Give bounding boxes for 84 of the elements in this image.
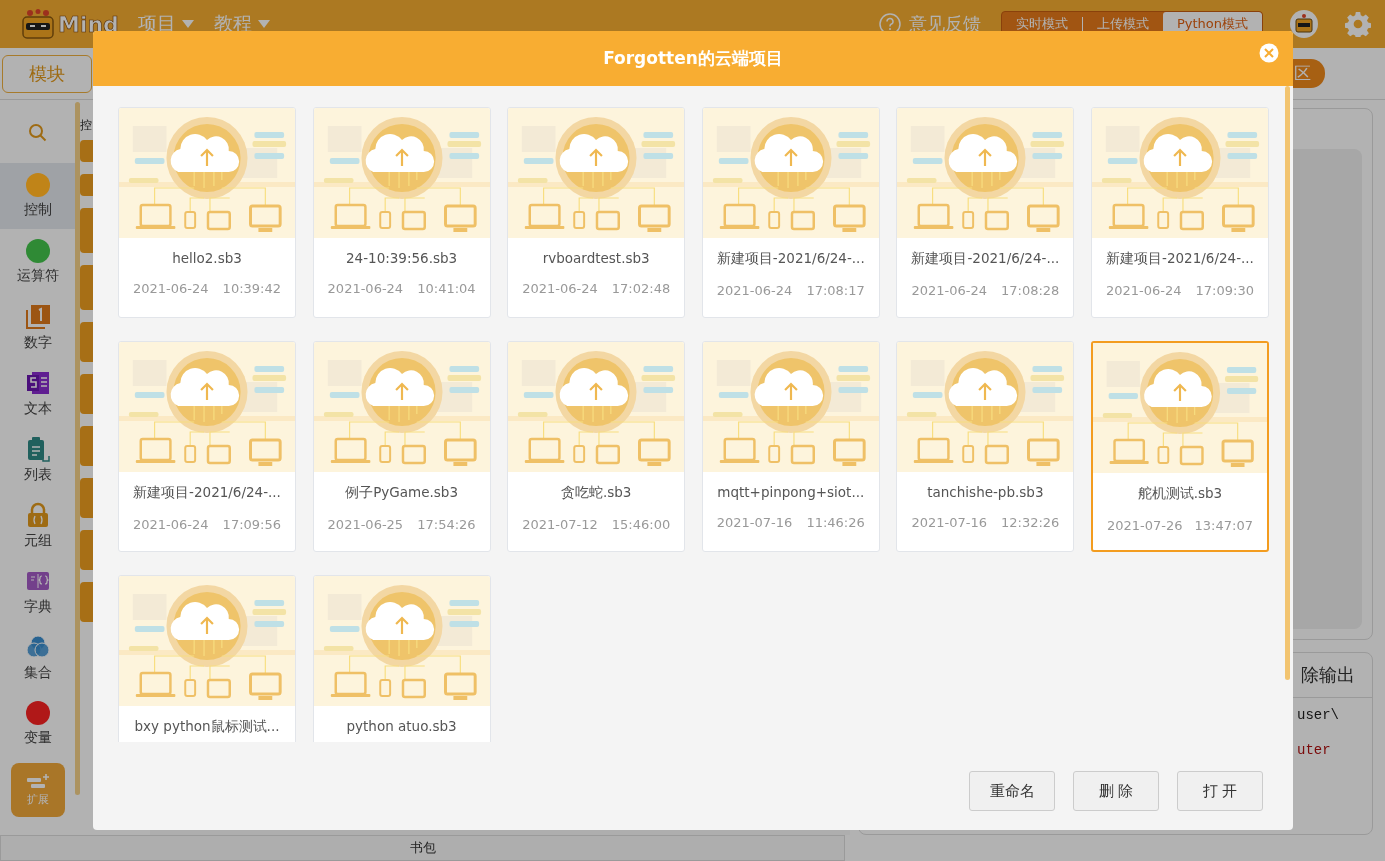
dialog-button[interactable]: 重命名 [969, 771, 1055, 811]
project-name: 舵机测试.sb3 [1137, 485, 1223, 503]
project-name: 新建项目-2021/6/24-... [716, 250, 865, 268]
category-item[interactable]: 文本 [0, 361, 75, 427]
project-time: 12:32:26 [1001, 515, 1060, 530]
dialog-button[interactable]: 打 开 [1177, 771, 1263, 811]
sidebar-scrollbar[interactable] [75, 102, 80, 795]
project-name: bxy python鼠标测试... [134, 718, 280, 736]
project-name: rvboardtest.sb3 [542, 250, 650, 266]
project-time: 10:39:42 [222, 281, 281, 296]
scrollbar[interactable] [1285, 86, 1290, 680]
category-item[interactable]: 元组 [0, 493, 75, 559]
project-name: 例子PyGame.sb3 [345, 484, 458, 502]
project-card[interactable]: 新建项目-2021/6/24-... 2021-06-24 17:09:56 [118, 341, 296, 552]
project-time: 17:08:28 [1001, 283, 1060, 298]
category-item[interactable]: 运算符 [0, 229, 75, 295]
project-card[interactable]: 新建项目-2021/6/24-... 2021-06-24 17:08:28 [896, 107, 1075, 318]
project-card[interactable]: rvboardtest.sb3 2021-06-24 17:02:48 [507, 107, 686, 318]
project-date: 2021-07-16 [911, 515, 987, 530]
category-item[interactable]: 列表 [0, 427, 75, 493]
project-date: 2021-06-24 [911, 283, 987, 298]
project-name: tanchishe-pb.sb3 [927, 484, 1044, 500]
project-name: hello2.sb3 [172, 250, 242, 266]
project-time: 13:47:07 [1194, 518, 1253, 533]
project-card[interactable]: 新建项目-2021/6/24-... 2021-06-24 17:09:30 [1090, 107, 1269, 318]
project-date: 2021-07-16 [716, 515, 793, 530]
project-date: 2021-06-24 [133, 517, 209, 532]
project-name: 新建项目-2021/6/24-... [133, 484, 281, 502]
dialog-button[interactable]: 删 除 [1073, 771, 1159, 811]
caret-icon [182, 20, 194, 28]
dialog-title: Forgotten的云端项目 [603, 47, 783, 70]
project-time: 17:09:30 [1195, 283, 1254, 298]
project-card[interactable]: bxy python鼠标测试... [118, 575, 296, 742]
project-date: 2021-06-24 [716, 283, 793, 298]
robot-icon [20, 9, 56, 39]
project-name: python atuo.sb3 [346, 718, 457, 734]
category-item[interactable]: 变量 [0, 691, 75, 757]
project-card[interactable]: 舵机测试.sb3 2021-07-26 13:47:07 [1090, 341, 1269, 552]
project-time: 10:41:04 [417, 281, 476, 296]
project-date: 2021-06-24 [133, 281, 209, 296]
project-time: 17:08:17 [806, 283, 865, 298]
project-card[interactable]: mqtt+pinpong+siot... 2021-07-16 11:46:26 [701, 341, 880, 552]
project-date: 2021-06-24 [327, 281, 404, 296]
project-name: 新建项目-2021/6/24-... [1106, 250, 1254, 268]
output-line: uter [1296, 741, 1332, 760]
venn-diagram-icon [24, 634, 51, 660]
number-block-icon [24, 304, 51, 330]
project-time: 17:54:26 [417, 517, 476, 532]
project-time: 11:46:26 [806, 515, 865, 530]
backpack-bar[interactable]: 书包 [0, 835, 845, 861]
project-time: 17:09:56 [222, 517, 281, 532]
caret-icon [258, 20, 270, 28]
text-document-icon [24, 370, 51, 396]
project-date: 2021-06-24 [1105, 283, 1182, 298]
project-card[interactable]: hello2.sb3 2021-06-24 10:39:42 [118, 107, 296, 318]
project-name: mqtt+pinpong+siot... [717, 484, 865, 500]
robot-avatar-icon[interactable] [1289, 9, 1319, 39]
project-name: 新建项目-2021/6/24-... [911, 250, 1060, 268]
project-card[interactable]: 24-10:39:56.sb3 2021-06-24 10:41:04 [312, 107, 491, 318]
project-date: 2021-07-26 [1106, 518, 1183, 533]
project-card[interactable]: 例子PyGame.sb3 2021-06-25 17:54:26 [312, 341, 491, 552]
output-line: user\ [1296, 706, 1340, 725]
project-card[interactable]: tanchishe-pb.sb3 2021-07-16 12:32:26 [896, 341, 1075, 552]
clear-output-button[interactable]: 除输出 [1301, 663, 1355, 687]
search-icon[interactable] [27, 123, 48, 143]
project-date: 2021-06-25 [327, 517, 404, 532]
project-name: 24-10:39:56.sb3 [346, 250, 458, 266]
category-item[interactable]: 集合 [0, 625, 75, 691]
close-icon[interactable] [1259, 43, 1279, 63]
project-time: 15:46:00 [611, 517, 671, 532]
project-card[interactable]: 贪吃蛇.sb3 2021-07-12 15:46:00 [507, 341, 686, 552]
project-card[interactable]: python atuo.sb3 [312, 575, 491, 742]
settings-icon[interactable] [1345, 11, 1371, 37]
app-logo-text: Mind [58, 11, 119, 37]
palette-heading: 控 [80, 117, 93, 134]
project-date: 2021-06-24 [522, 281, 598, 296]
project-card[interactable]: 新建项目-2021/6/24-... 2021-06-24 17:08:17 [701, 107, 880, 318]
project-date: 2021-07-12 [522, 517, 598, 532]
project-time: 17:02:48 [611, 281, 671, 296]
category-item[interactable]: 字典 [0, 559, 75, 625]
category-item[interactable]: 控制 [0, 163, 75, 229]
category-item[interactable]: 数字 [0, 295, 75, 361]
blocks-plus-icon [25, 773, 50, 790]
project-name: 贪吃蛇.sb3 [560, 484, 632, 502]
